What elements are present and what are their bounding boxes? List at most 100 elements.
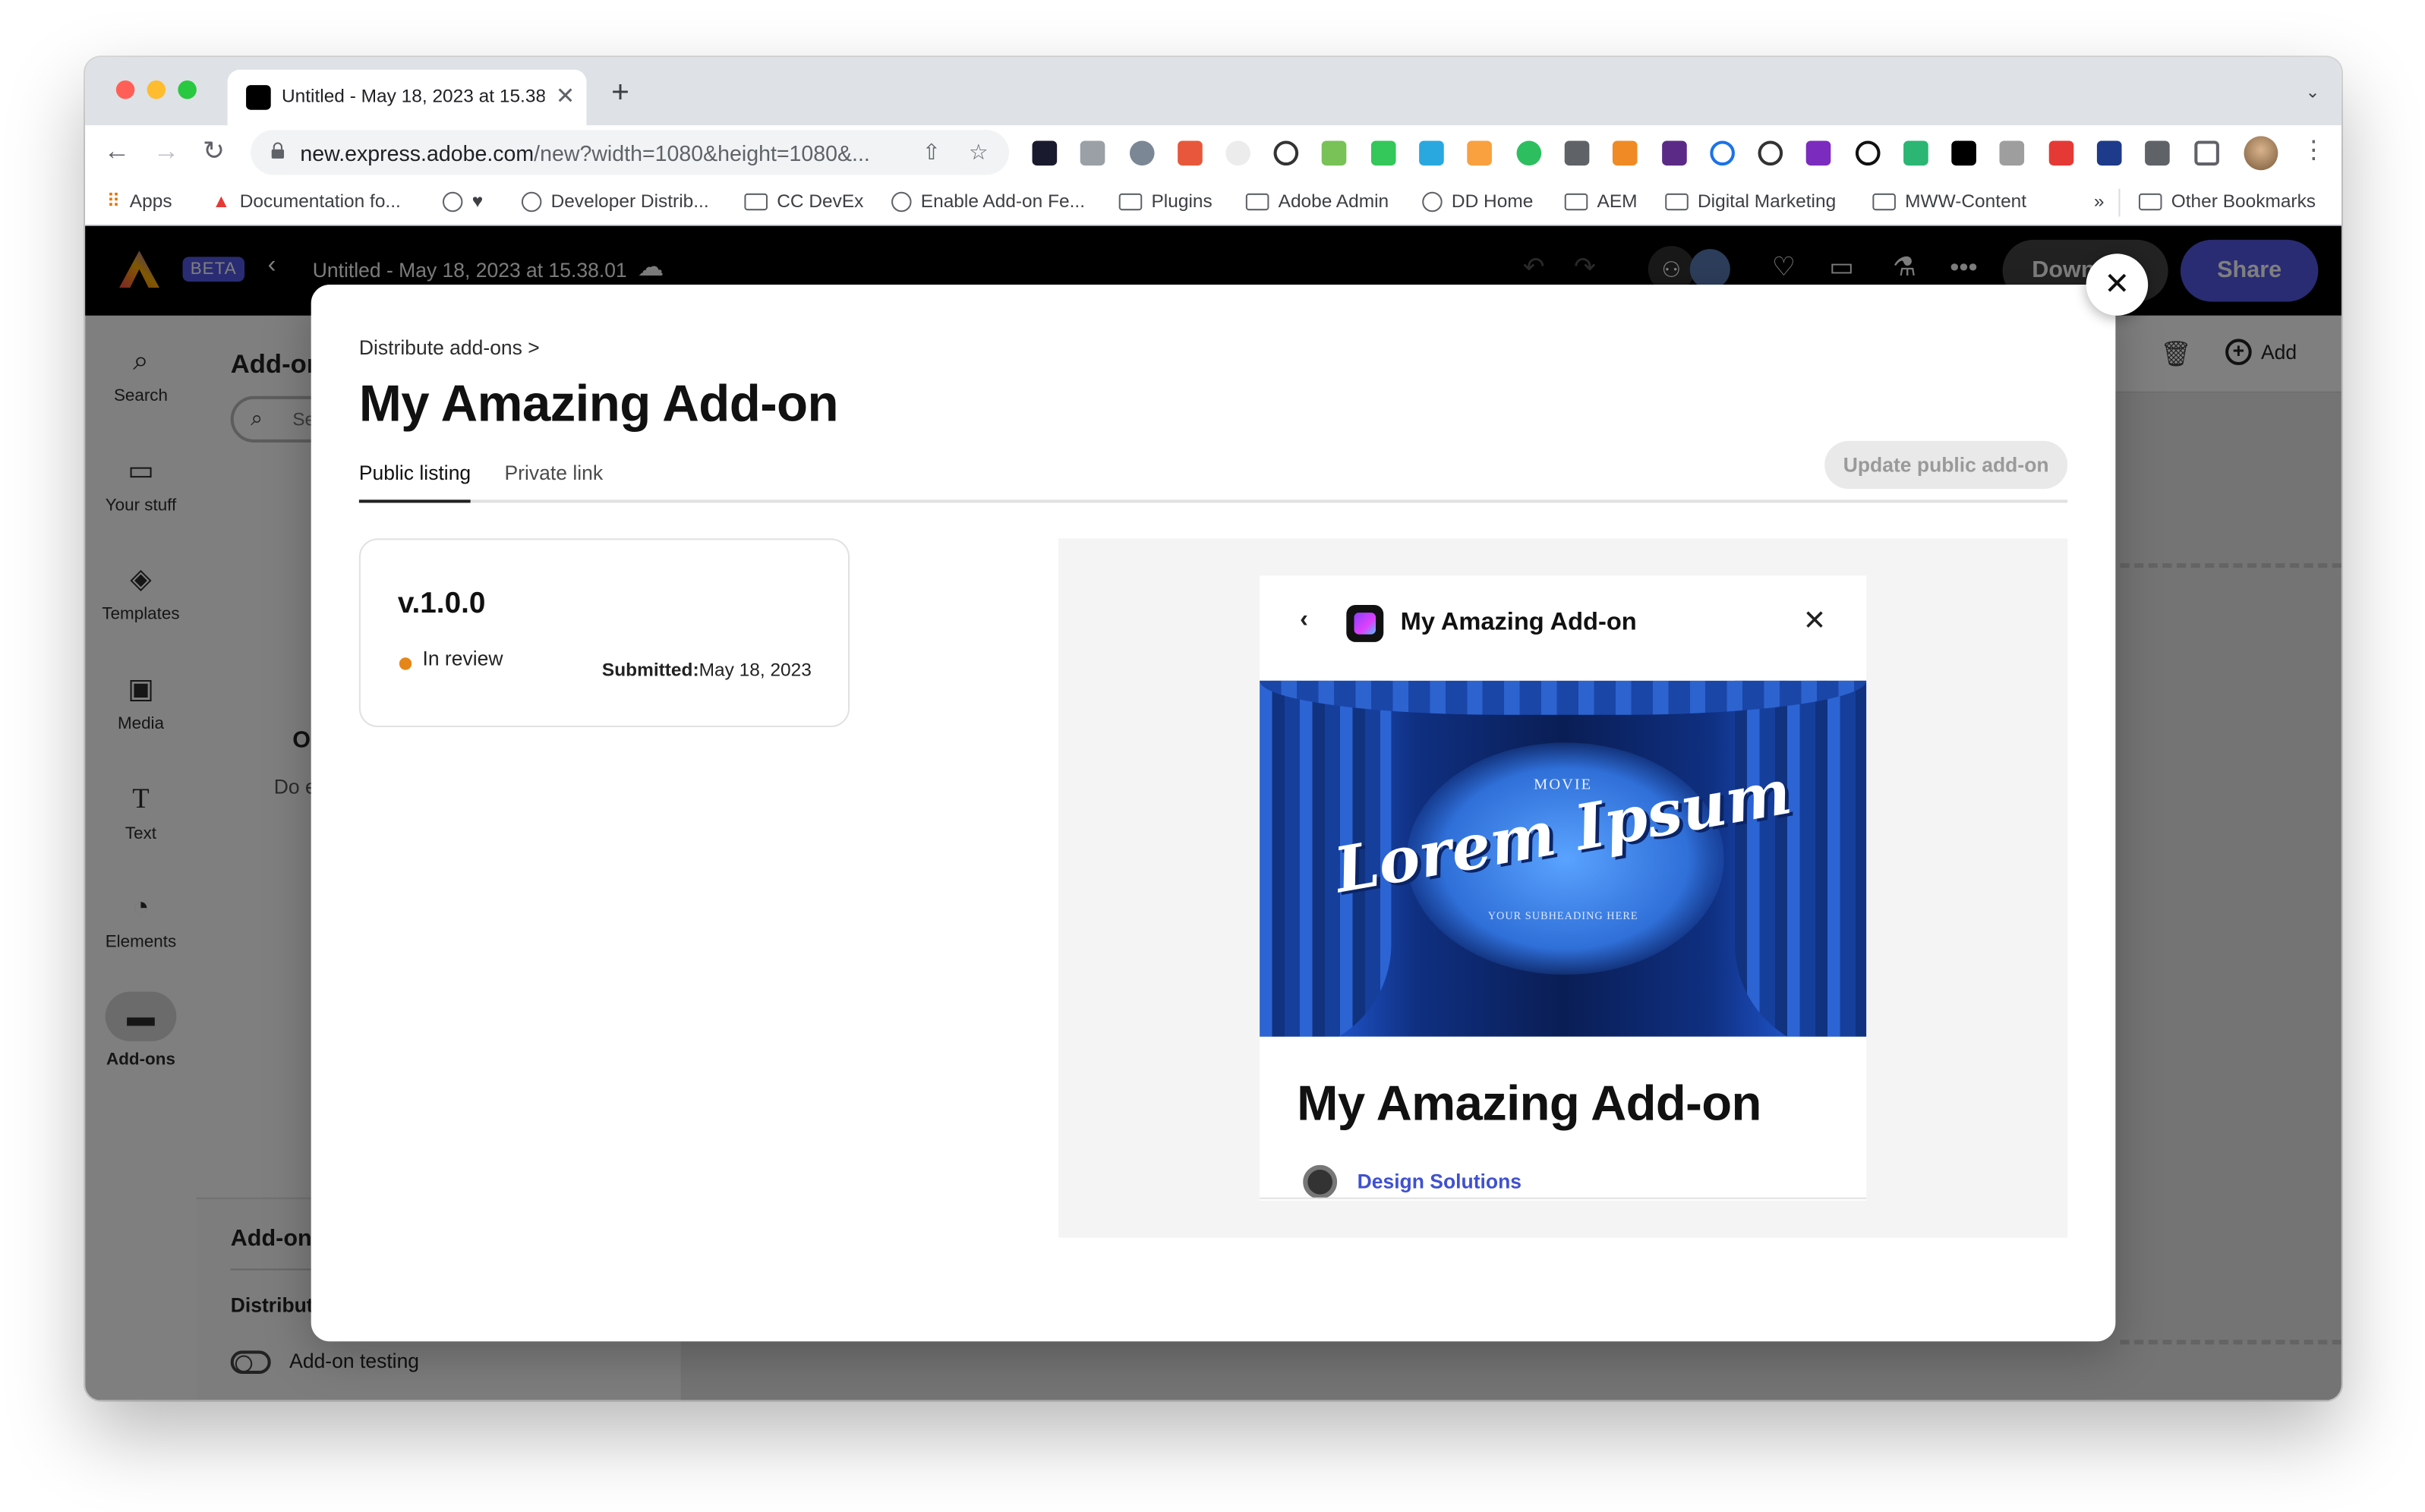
- tab-private-link[interactable]: Private link: [504, 461, 603, 484]
- globe-icon: [891, 191, 912, 212]
- preview-addon-name: My Amazing Add-on: [1297, 1075, 1761, 1131]
- extension-icon[interactable]: [1178, 140, 1203, 166]
- tab-public-listing[interactable]: Public listing: [358, 461, 471, 503]
- extension-icon[interactable]: [1080, 140, 1105, 166]
- bookmark-developer-distrib[interactable]: Developer Distrib...: [521, 191, 709, 212]
- folder-icon: [2138, 192, 2162, 210]
- folder-icon: [744, 192, 768, 210]
- heart-icon: ♥: [471, 190, 484, 213]
- bookmark-other-bookmarks[interactable]: Other Bookmarks: [2138, 191, 2316, 212]
- globe-icon: [521, 191, 542, 212]
- new-tab-button[interactable]: +: [611, 77, 629, 109]
- bookmark-mww-content[interactable]: MWW-Content: [1872, 191, 2026, 212]
- preview-header-title: My Amazing Add-on: [1400, 610, 1637, 636]
- listing-preview-area: ‹ My Amazing Add-on ✕ MOVIE Lorem Ipsum …: [1058, 538, 2068, 1238]
- breadcrumb[interactable]: Distribute add-ons >: [359, 335, 540, 359]
- side-panel-icon[interactable]: [2194, 140, 2219, 166]
- address-bar[interactable]: new.express.adobe.com/new?width=1080&hei…: [251, 130, 1009, 175]
- extension-icon[interactable]: [1370, 140, 1396, 166]
- bookmark-star-icon[interactable]: ☆: [969, 139, 989, 165]
- bookmarks-separator: [2118, 188, 2121, 217]
- modal-tabs: Public listing Private link: [358, 458, 2068, 503]
- vue-extension-icon[interactable]: [1564, 140, 1590, 166]
- bookmark-documentation[interactable]: ▲ Documentation fo...: [212, 191, 401, 213]
- chat-extension-icon[interactable]: [1129, 140, 1155, 166]
- url-text: new.express.adobe.com/new?width=1080&hei…: [300, 140, 870, 166]
- extension-icon[interactable]: [1612, 140, 1638, 166]
- extensions-puzzle-icon[interactable]: [2145, 140, 2170, 166]
- profile-avatar[interactable]: [2244, 136, 2278, 171]
- share-page-icon[interactable]: ⇧: [922, 139, 941, 165]
- tab-strip: Untitled - May 18, 2023 at 15.38.01 ✕ + …: [85, 57, 2341, 126]
- lock-icon: [271, 142, 285, 159]
- status-dot-icon: [399, 657, 412, 670]
- folder-icon: [1872, 192, 1896, 210]
- bookmarks-bar: ⠿ Apps ▲ Documentation fo... ♥ Developer D…: [85, 181, 2341, 226]
- modal-close-button[interactable]: ✕: [2086, 254, 2149, 316]
- bookmark-enable-addon[interactable]: Enable Add-on Fe...: [891, 191, 1085, 212]
- bookmark-globe[interactable]: ♥: [442, 190, 484, 213]
- submitted-date: Submitted:May 18, 2023: [601, 659, 812, 681]
- extension-icon[interactable]: [1903, 140, 1928, 166]
- zoom-window-button[interactable]: [178, 80, 197, 99]
- extension-icon[interactable]: [1855, 140, 1881, 166]
- android-extension-icon[interactable]: [1321, 140, 1347, 166]
- distribute-modal: Distribute add-ons > My Amazing Add-on P…: [311, 285, 2116, 1342]
- bookmark-adobe-admin[interactable]: Adobe Admin: [1245, 191, 1389, 212]
- extension-icon[interactable]: [2096, 140, 2122, 166]
- adobe-favicon-icon: [246, 85, 271, 110]
- extension-icon[interactable]: [1758, 140, 1783, 166]
- forward-arrow-icon[interactable]: →: [153, 136, 180, 167]
- sigma-extension-icon[interactable]: [1999, 140, 2025, 166]
- folder-icon: [1665, 192, 1689, 210]
- onepassword-extension-icon[interactable]: [1273, 140, 1299, 166]
- folder-icon: [1564, 192, 1588, 210]
- bookmark-digital-marketing[interactable]: Digital Marketing: [1665, 191, 1836, 212]
- extension-icon[interactable]: [1662, 140, 1687, 166]
- addon-app-icon: [1346, 604, 1384, 642]
- globe-icon: [1422, 191, 1443, 212]
- hero-subheading-text: YOUR SUBHEADING HERE: [1487, 909, 1638, 922]
- close-window-button[interactable]: [115, 80, 135, 99]
- browser-menu-icon[interactable]: ⋮: [2301, 134, 2326, 165]
- bookmark-plugins[interactable]: Plugins: [1118, 191, 1212, 212]
- extension-icon[interactable]: [1805, 140, 1831, 166]
- listing-preview-card: ‹ My Amazing Add-on ✕ MOVIE Lorem Ipsum …: [1260, 575, 1867, 1201]
- bookmark-apps[interactable]: ⠿ Apps: [107, 191, 172, 213]
- bookmarks-overflow-button[interactable]: »: [2094, 191, 2105, 213]
- bookmark-dd-home[interactable]: DD Home: [1422, 191, 1533, 212]
- extension-icon[interactable]: [1225, 140, 1250, 166]
- folder-icon: [1245, 192, 1269, 210]
- version-label: v.1.0.0: [397, 587, 486, 621]
- evernote-extension-icon[interactable]: [1516, 140, 1542, 166]
- bookmark-cc-devex[interactable]: CC DevEx: [744, 191, 863, 212]
- tab-search-chevron-icon[interactable]: ⌄: [2306, 82, 2320, 102]
- developer-logo-icon: [1303, 1164, 1338, 1199]
- react-devtools-extension-icon[interactable]: [1032, 140, 1058, 166]
- bookmark-aem[interactable]: AEM: [1564, 191, 1638, 212]
- folder-icon: [1118, 192, 1143, 210]
- back-arrow-icon[interactable]: ←: [104, 136, 131, 167]
- browser-toolbar: ← → ↻ new.express.adobe.com/new?width=10…: [85, 125, 2341, 181]
- apps-grid-icon: ⠿: [106, 190, 121, 213]
- modal-title: My Amazing Add-on: [358, 374, 839, 432]
- curtain-right: [1734, 680, 1867, 1037]
- preview-hero-image: MOVIE Lorem Ipsum YOUR SUBHEADING HERE: [1260, 680, 1867, 1037]
- adobe-logo-icon: ▲: [212, 190, 231, 213]
- preview-close-icon[interactable]: ✕: [1803, 605, 1827, 638]
- extension-icon[interactable]: [1419, 140, 1444, 166]
- developer-link[interactable]: Design Solutions: [1358, 1170, 1522, 1193]
- adobe-extension-icon[interactable]: [2048, 140, 2074, 166]
- extension-icon[interactable]: [1710, 140, 1735, 166]
- rss-extension-icon[interactable]: [1467, 140, 1492, 166]
- update-public-addon-button[interactable]: Update public add-on: [1824, 440, 2068, 490]
- tab-close-icon[interactable]: ✕: [556, 82, 576, 110]
- reload-icon[interactable]: ↻: [203, 136, 225, 167]
- globe-icon: [442, 191, 463, 212]
- preview-back-chevron-icon[interactable]: ‹: [1300, 606, 1308, 635]
- status-text: In review: [422, 647, 503, 670]
- minimize-window-button[interactable]: [147, 80, 166, 99]
- browser-tab[interactable]: Untitled - May 18, 2023 at 15.38.01 ✕: [227, 69, 587, 126]
- medium-extension-icon[interactable]: [1951, 140, 1976, 166]
- version-card[interactable]: v.1.0.0 In review Submitted:May 18, 2023: [358, 538, 850, 728]
